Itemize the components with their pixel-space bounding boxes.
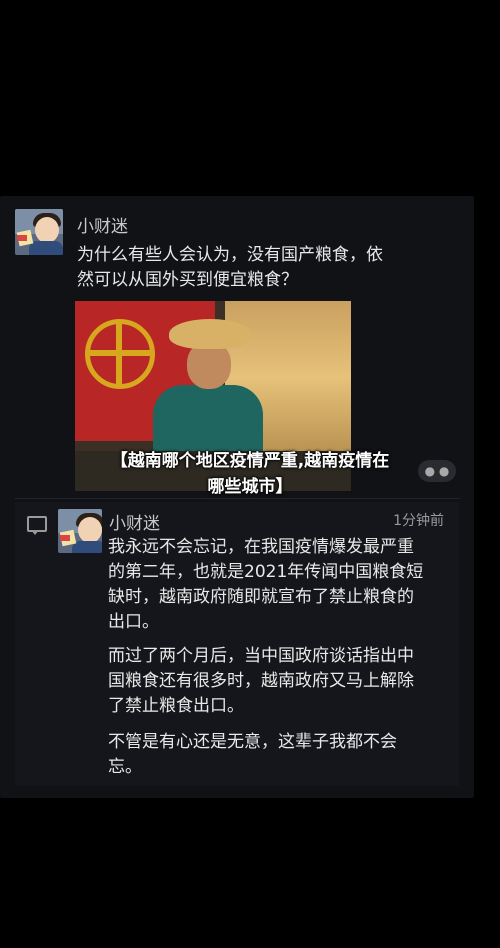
comment-icon[interactable] [27,516,47,535]
reply-paragraph-3: 不管是有心还是无意，这辈子我都不会 忘。 [108,732,397,777]
reply-paragraph-1: 我永远不会忘记，在我国疫情爆发最严重 的第二年，也就是2021年传闻中国粮食短 … [108,537,424,632]
article-title-overlay: 【越南哪个地区疫情严重,越南疫情在 哪些城市】 [110,451,390,497]
author-avatar[interactable] [15,209,63,255]
post-text: 为什么有些人会认为，没有国产粮食，依 然可以从国外买到便宜粮食？ [77,245,383,290]
reply-timestamp: 1分钟前 [393,513,444,529]
more-icon[interactable]: ● ● [418,460,456,482]
reply-author-name[interactable]: 小财迷 [109,509,160,534]
divider [15,498,460,499]
reply-avatar[interactable] [58,509,102,553]
author-name[interactable]: 小财迷 [77,212,128,237]
reply-paragraph-2: 而过了两个月后，当中国政府谈话指出中 国粮食还有很多时，越南政府又马上解除 了禁… [108,646,414,716]
